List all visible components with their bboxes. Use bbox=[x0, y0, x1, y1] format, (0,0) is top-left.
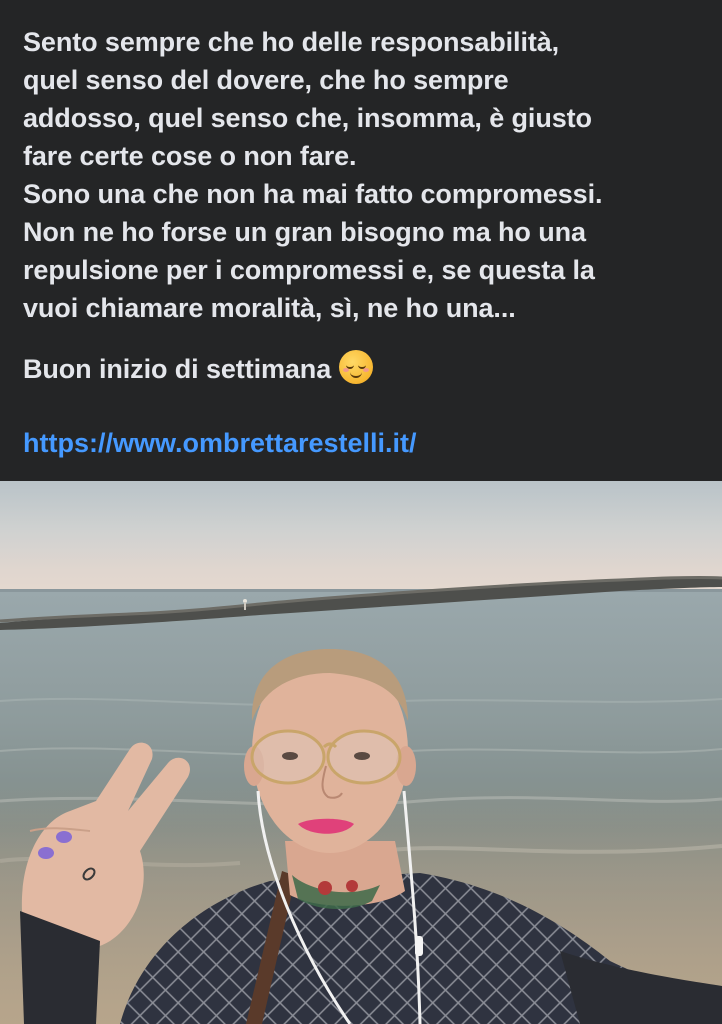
post-paragraph-1: Sento sempre che ho delle responsabilità… bbox=[23, 27, 603, 323]
post-greeting: Buon inizio di settimana bbox=[23, 354, 332, 384]
smiling-face-icon bbox=[339, 350, 374, 384]
photo-person bbox=[20, 649, 722, 1024]
post-photo[interactable] bbox=[0, 481, 722, 1024]
post-paragraph-2: Buon inizio di settimana bbox=[23, 350, 713, 388]
post-text: Sento sempre che ho delle responsabilità… bbox=[0, 0, 722, 481]
website-link[interactable]: https://www.ombrettarestelli.it/ bbox=[23, 424, 417, 462]
post: Sento sempre che ho delle responsabilità… bbox=[0, 0, 722, 1024]
